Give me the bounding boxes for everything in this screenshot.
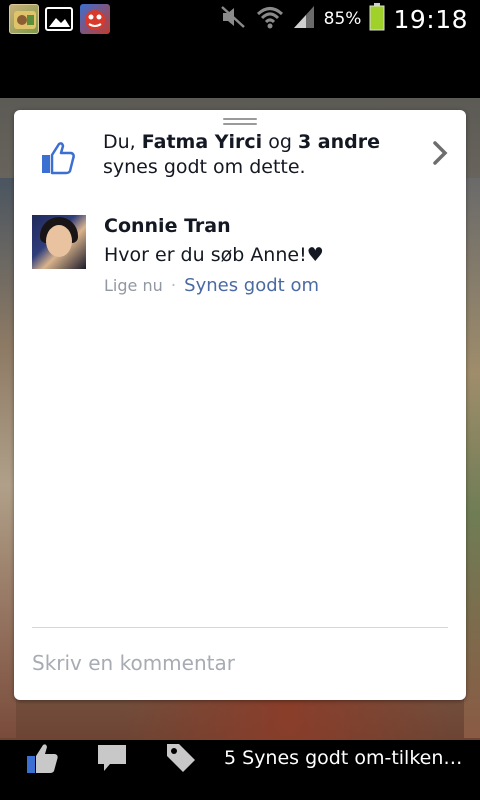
likes-summary-row[interactable]: Du, Fatma Yirci og 3 andre synes godt om… xyxy=(14,126,466,196)
mute-icon xyxy=(220,5,248,33)
battery-icon xyxy=(369,3,385,35)
comment-input[interactable] xyxy=(32,646,448,680)
likes-connector: og xyxy=(262,131,298,153)
comment-button-icon[interactable] xyxy=(96,740,128,780)
likes-suffix: synes godt om dette. xyxy=(103,156,306,178)
gallery-icon xyxy=(44,4,74,34)
comment-meta: Lige nu · Synes godt om xyxy=(104,275,319,296)
comment-item: Connie Tran Hvor er du søb Anne!♥ Lige n… xyxy=(32,215,452,305)
app-icon-monster xyxy=(80,4,110,34)
likes-others[interactable]: 3 andre xyxy=(298,131,380,153)
tag-button-icon[interactable] xyxy=(164,740,198,780)
comment-author[interactable]: Connie Tran xyxy=(104,215,231,237)
bottom-action-bar: 5 Synes godt om-tilkendegivelser xyxy=(0,740,480,800)
app-icon-game xyxy=(9,4,39,34)
thumbs-up-icon xyxy=(40,140,76,176)
avatar[interactable] xyxy=(32,215,86,269)
likes-name[interactable]: Fatma Yirci xyxy=(142,131,262,153)
comment-like-link[interactable]: Synes godt om xyxy=(184,275,319,296)
signal-icon xyxy=(292,4,316,34)
meta-separator: · xyxy=(170,276,177,296)
likes-prefix: Du, xyxy=(103,131,142,153)
like-button-icon[interactable] xyxy=(24,740,60,780)
comments-panel: Du, Fatma Yirci og 3 andre synes godt om… xyxy=(14,110,466,700)
battery-percent: 85% xyxy=(323,9,362,29)
likes-summary-text: Du, Fatma Yirci og 3 andre synes godt om… xyxy=(103,130,423,180)
likes-count-summary[interactable]: 5 Synes godt om-tilkendegivelser xyxy=(224,747,470,769)
drag-handle[interactable] xyxy=(223,118,257,126)
comment-time: Lige nu xyxy=(104,276,163,295)
wifi-icon xyxy=(256,4,284,34)
clock: 19:18 xyxy=(393,4,468,34)
comment-text: Hvor er du søb Anne!♥ xyxy=(104,244,324,266)
divider xyxy=(32,627,448,628)
chevron-right-icon[interactable] xyxy=(430,140,450,166)
status-bar: 85% 19:18 xyxy=(0,0,480,38)
